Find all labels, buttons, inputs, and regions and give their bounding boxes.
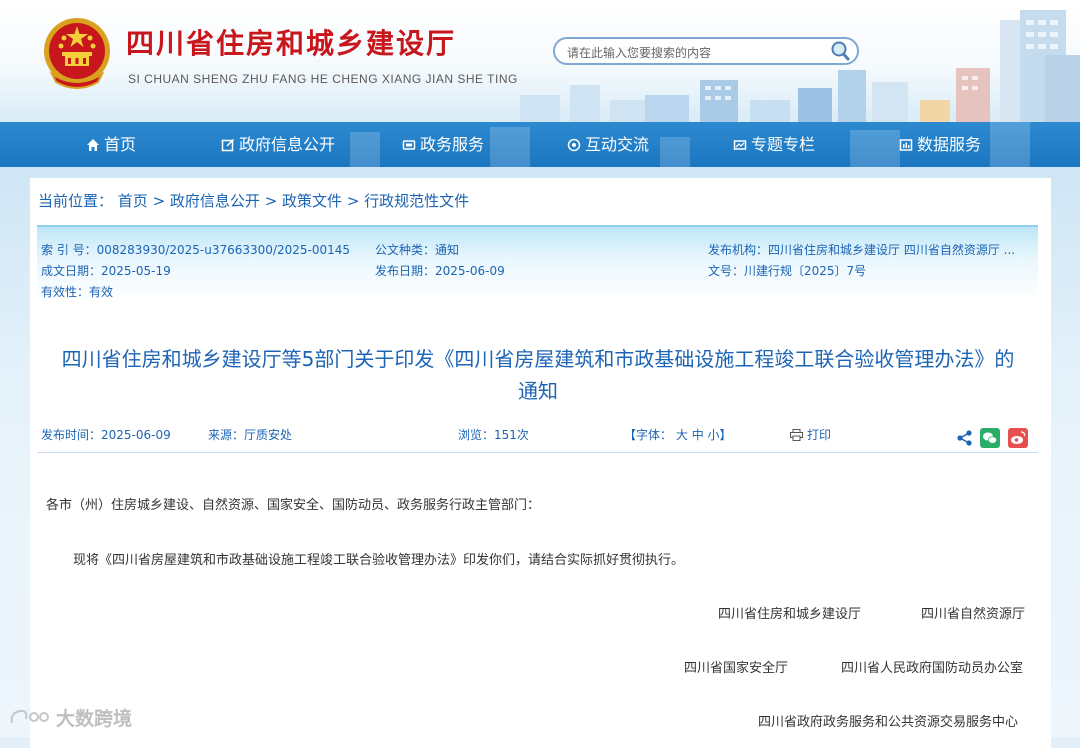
- data-icon: [899, 138, 913, 151]
- edit-icon: [221, 138, 235, 151]
- share-icon[interactable]: [955, 428, 975, 448]
- site-header: 四川省住房和城乡建设厅 SI CHUAN SHENG ZHU FANG HE C…: [0, 0, 1080, 122]
- main-nav: 首页 政府信息公开 政务服务 互动交流 专题专栏 数据服务: [0, 122, 1080, 167]
- nav-item-gov-service[interactable]: 政务服务: [402, 122, 484, 167]
- nav-item-data[interactable]: 数据服务: [899, 122, 981, 167]
- publish-time: 发布时间：2025-06-09: [41, 428, 171, 442]
- nav-item-gov-info[interactable]: 政府信息公开: [221, 122, 335, 167]
- breadcrumb-regulations[interactable]: 行政规范性文件: [364, 192, 469, 210]
- watermark: 大数跨境: [8, 704, 132, 731]
- nav-item-interaction[interactable]: 互动交流: [567, 122, 649, 167]
- print-icon: [790, 428, 803, 441]
- watermark-text: 大数跨境: [56, 708, 133, 730]
- national-emblem-icon: [44, 18, 110, 89]
- nav-item-home[interactable]: 首页: [86, 122, 136, 167]
- info-divider: [37, 452, 1038, 453]
- nav-item-label: 政府信息公开: [239, 135, 336, 154]
- home-icon: [87, 138, 99, 151]
- nav-item-topics[interactable]: 专题专栏: [733, 122, 815, 167]
- meta-index-no: 索 引 号：008283930/2025-u37663300/2025-0014…: [41, 243, 351, 257]
- body-paragraph: 现将《四川省房屋建筑和市政基础设施工程竣工联合验收管理办法》印发你们，请结合实际…: [73, 553, 685, 568]
- meta-created: 成文日期：2025-05-19: [41, 264, 171, 278]
- font-size-small[interactable]: 小: [708, 428, 720, 442]
- city-skyline-illustration: [520, 10, 1080, 122]
- print-button[interactable]: 打印: [790, 426, 831, 443]
- service-icon: [402, 139, 416, 150]
- meta-doc-no: 文号：川建行规〔2025〕7号: [708, 264, 867, 278]
- meta-publisher: 发布机构：四川省住房和城乡建设厅 四川省自然资源厅 ...: [708, 243, 1016, 257]
- signatory: 四川省国家安全厅: [684, 661, 789, 676]
- font-size-large[interactable]: 大: [676, 428, 688, 442]
- breadcrumb-label: 当前位置：: [38, 192, 114, 210]
- meta-published: 发布日期：2025-06-09: [375, 264, 505, 278]
- salutation: 各市（州）住房城乡建设、自然资源、国家安全、国防动员、政务服务行政主管部门：: [46, 498, 541, 513]
- signatory: 四川省人民政府国防动员办公室: [841, 661, 1024, 676]
- wechat-icon[interactable]: [980, 428, 1000, 448]
- nav-item-label: 互动交流: [585, 135, 650, 154]
- meta-validity: 有效性：有效: [41, 285, 114, 299]
- article-title-line2: 通知: [518, 379, 558, 403]
- interact-icon: [567, 138, 581, 151]
- topic-icon: [733, 139, 747, 150]
- document-meta: 索 引 号：008283930/2025-u37663300/2025-0014…: [37, 225, 1038, 301]
- signatory: 四川省自然资源厅: [921, 607, 1026, 622]
- font-size-medium[interactable]: 中: [692, 428, 704, 442]
- font-size-switcher: 【字体： 大 中 小】: [624, 426, 732, 443]
- font-size-label: 【字体：: [624, 428, 673, 442]
- site-title: 四川省住房和城乡建设厅: [126, 27, 457, 60]
- article-title: 四川省住房和城乡建设厅等5部门关于印发《四川省房屋建筑和市政基础设施工程竣工联合…: [38, 343, 1038, 407]
- signatory: 四川省政府政务服务和公共资源交易服务中心: [758, 715, 1019, 730]
- breadcrumb: 当前位置： 首页 > 政府信息公开 > 政策文件 > 行政规范性文件: [38, 192, 470, 210]
- breadcrumb-gov-info[interactable]: 政府信息公开: [170, 192, 260, 210]
- article-title-line1: 四川省住房和城乡建设厅等5部门关于印发《四川省房屋建筑和市政基础设施工程竣工联合…: [61, 347, 1015, 371]
- breadcrumb-policy[interactable]: 政策文件: [282, 192, 342, 210]
- nav-item-label: 政务服务: [420, 135, 485, 154]
- nav-item-label: 首页: [104, 135, 137, 154]
- nav-item-label: 专题专栏: [751, 135, 816, 154]
- weibo-icon[interactable]: [1008, 428, 1028, 448]
- meta-doc-type: 公文种类：通知: [375, 243, 460, 257]
- font-size-close: 】: [719, 428, 732, 442]
- watermark-logo-icon: [10, 709, 49, 723]
- site-subtitle: SI CHUAN SHENG ZHU FANG HE CHENG XIANG J…: [128, 72, 518, 86]
- signatory: 四川省住房和城乡建设厅: [718, 607, 862, 622]
- view-count: 浏览：151次: [458, 428, 529, 442]
- nav-item-label: 数据服务: [917, 135, 982, 154]
- article-source: 来源：厅质安处: [208, 428, 293, 442]
- print-label: 打印: [807, 428, 832, 442]
- breadcrumb-home[interactable]: 首页: [118, 192, 148, 210]
